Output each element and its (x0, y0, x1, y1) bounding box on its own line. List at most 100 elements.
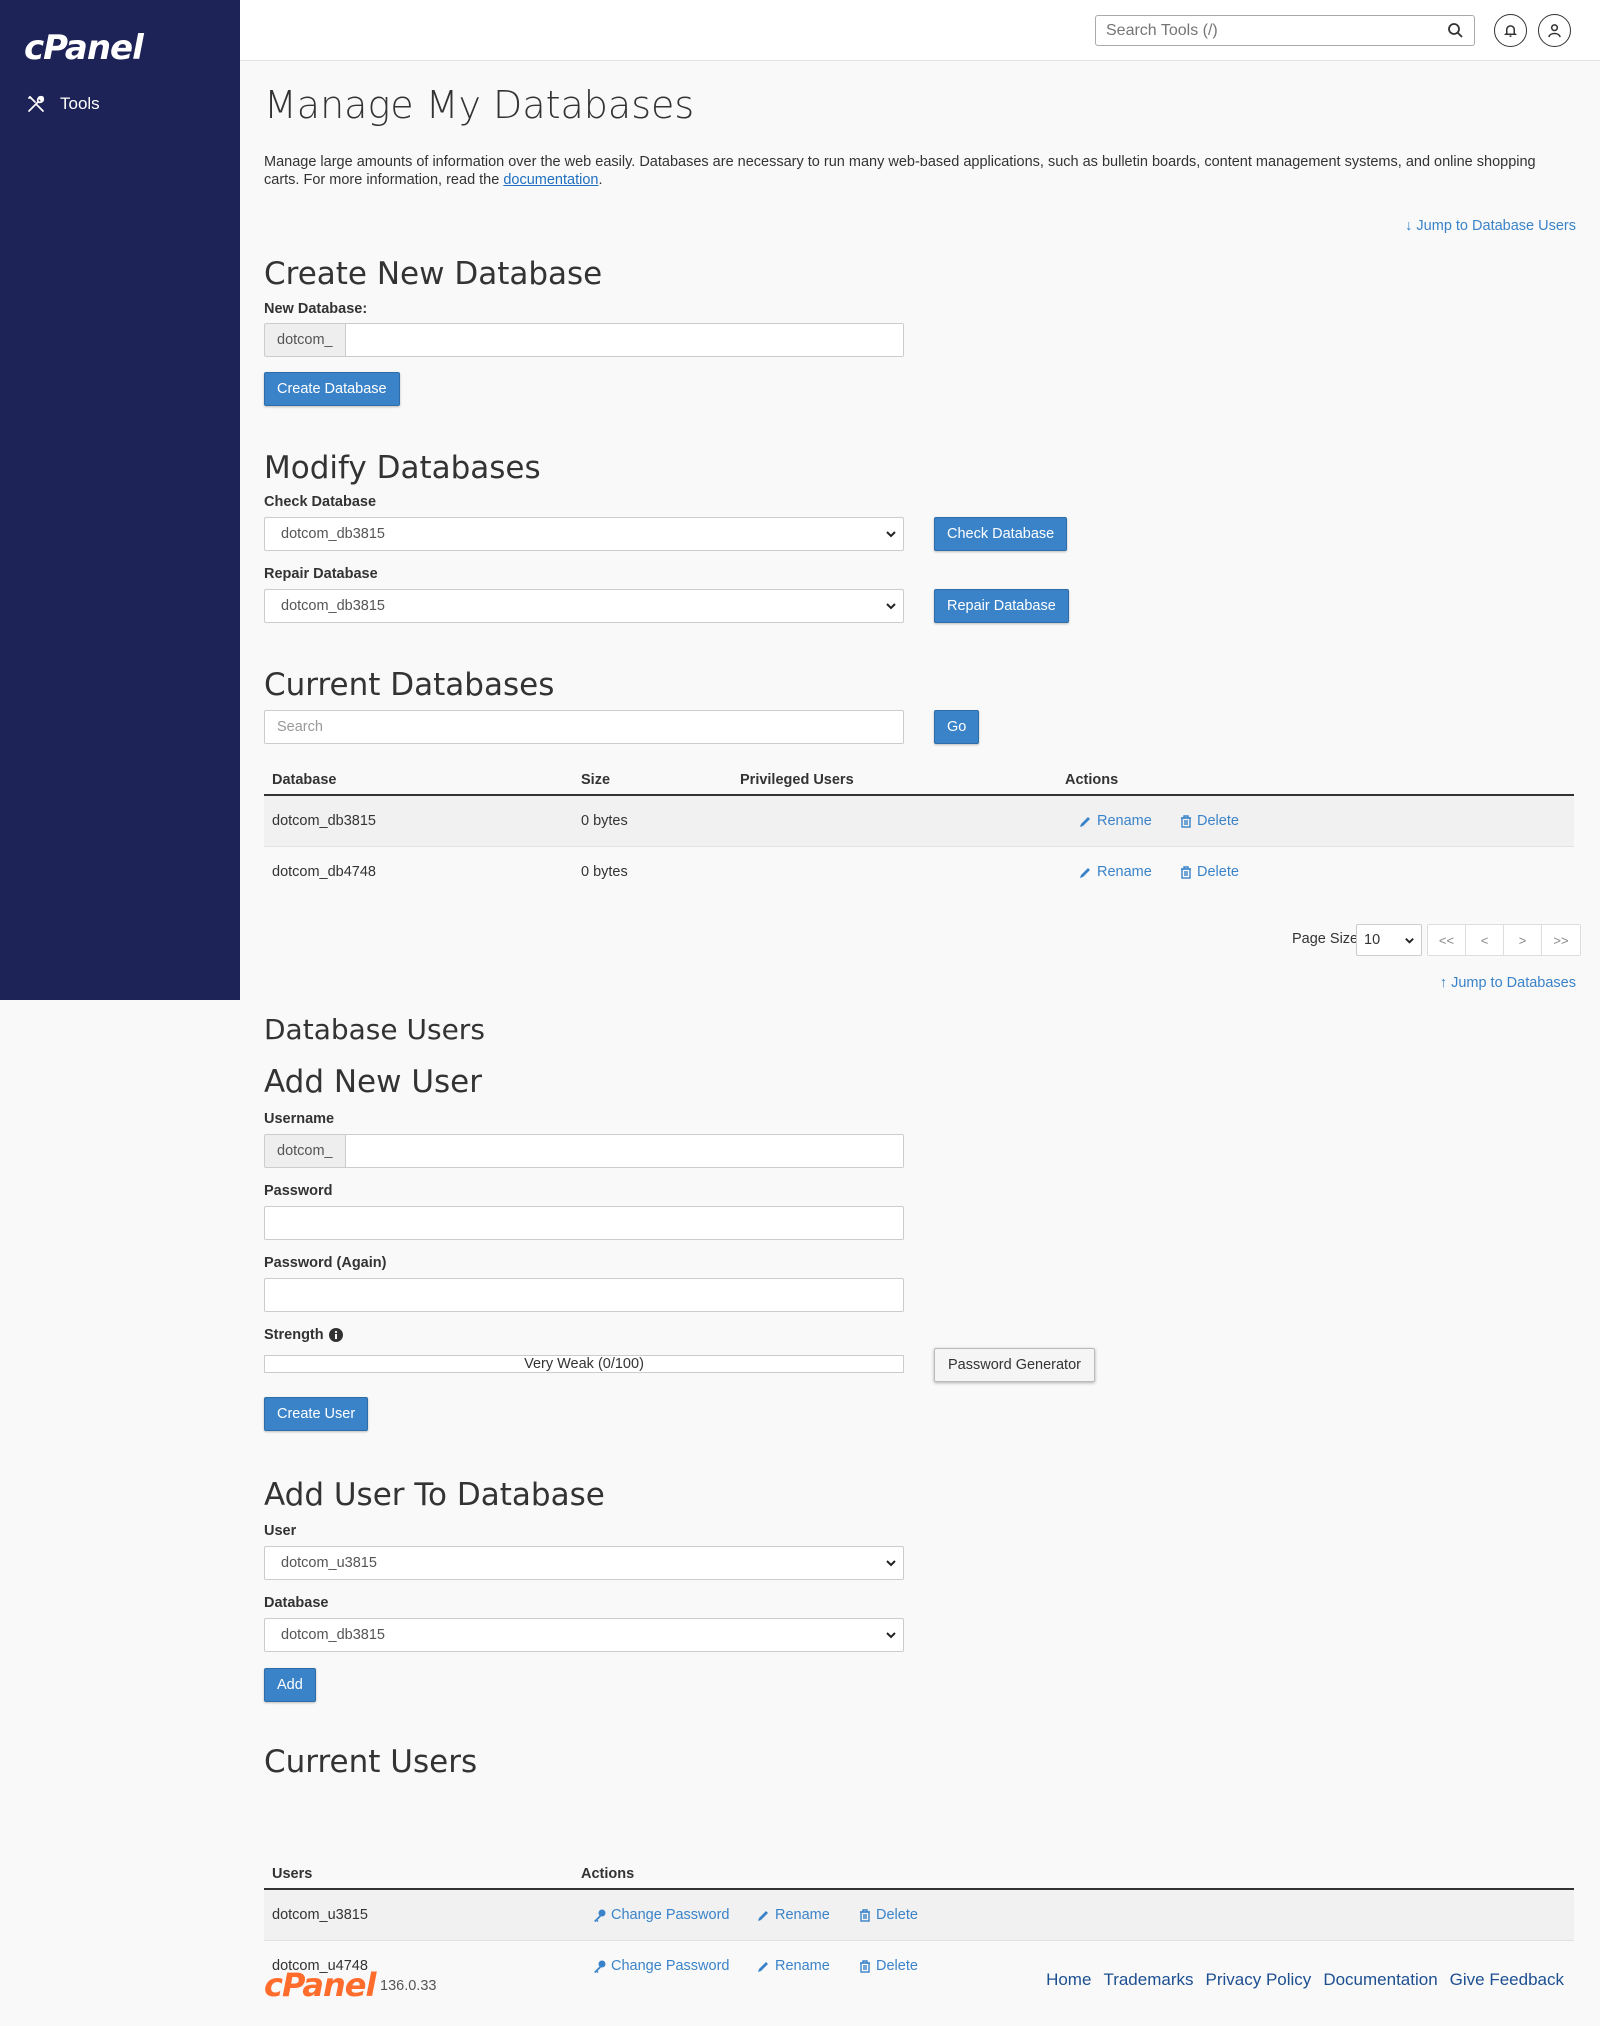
create-db-heading: Create New Database (264, 256, 603, 292)
change-password-link[interactable]: Change Password (593, 1907, 730, 1923)
sidebar: cPanel Tools (0, 0, 240, 1000)
trash-icon (1181, 865, 1191, 879)
next-page-button[interactable]: > (1504, 925, 1542, 955)
new-db-input[interactable] (346, 324, 903, 356)
user-prefix: dotcom_ (265, 1135, 346, 1167)
database-select-label: Database (264, 1595, 329, 1611)
chevron-down-icon (886, 1632, 896, 1639)
col-size[interactable]: Size (581, 772, 610, 788)
new-db-input-group: dotcom_ (264, 323, 904, 357)
footer-link-feedback[interactable]: Give Feedback (1450, 1970, 1564, 1990)
user-name: dotcom_u3815 (272, 1907, 368, 1923)
footer-cpanel-logo[interactable]: cPanel (264, 1966, 376, 2004)
footer-link-documentation[interactable]: Documentation (1323, 1970, 1437, 1990)
modify-db-heading: Modify Databases (264, 450, 541, 486)
db-prefix: dotcom_ (265, 324, 346, 356)
jump-to-databases-link[interactable]: ↑ Jump to Databases (1440, 975, 1576, 991)
tools-icon (28, 95, 45, 112)
db-users-heading: Database Users (264, 1013, 485, 1046)
password-again-input[interactable] (264, 1278, 904, 1312)
rename-db-link[interactable]: Rename (1079, 864, 1152, 880)
pencil-icon (1080, 867, 1090, 878)
search-icon[interactable] (1447, 22, 1464, 39)
check-db-select[interactable]: dotcom_db3815 (264, 517, 904, 551)
info-icon[interactable] (328, 1328, 343, 1342)
page-size-label: Page Size (1292, 931, 1359, 947)
repair-db-label: Repair Database (264, 566, 378, 582)
key-icon (594, 1909, 606, 1922)
username-input[interactable] (346, 1135, 903, 1167)
password-label: Password (264, 1183, 333, 1199)
prev-page-button[interactable]: < (1466, 925, 1504, 955)
chevron-down-icon (886, 1560, 896, 1567)
create-database-button[interactable]: Create Database (264, 372, 400, 406)
first-page-button[interactable]: << (1428, 925, 1466, 955)
documentation-link[interactable]: documentation (503, 172, 598, 188)
col-database[interactable]: Database (272, 772, 336, 788)
change-password-link[interactable]: Change Password (593, 1958, 730, 1974)
repair-db-select[interactable]: dotcom_db3815 (264, 589, 904, 623)
notifications-button[interactable] (1494, 14, 1527, 47)
db-size: 0 bytes (581, 813, 628, 829)
version-number: 136.0.33 (380, 1978, 437, 1994)
go-button[interactable]: Go (934, 710, 980, 744)
chevron-down-icon (886, 603, 896, 610)
db-name: dotcom_db4748 (272, 864, 376, 880)
create-user-button[interactable]: Create User (264, 1397, 369, 1431)
user-select-label: User (264, 1523, 297, 1539)
table-header: Database Size Privileged Users Actions (264, 764, 1574, 796)
delete-user-link[interactable]: Delete (859, 1907, 918, 1923)
footer-link-trademarks[interactable]: Trademarks (1103, 1970, 1193, 1990)
rename-db-link[interactable]: Rename (1079, 813, 1152, 829)
password-again-label: Password (Again) (264, 1255, 387, 1271)
add-button[interactable]: Add (264, 1668, 316, 1702)
cpanel-logo[interactable]: cPanel (24, 28, 144, 68)
db-search-input[interactable] (264, 710, 904, 744)
delete-db-link[interactable]: Delete (1180, 813, 1239, 829)
trash-icon (1181, 814, 1191, 828)
top-bar (240, 0, 1600, 61)
rename-user-link[interactable]: Rename (757, 1907, 830, 1923)
delete-db-link[interactable]: Delete (1180, 864, 1239, 880)
current-users-heading: Current Users (264, 1744, 478, 1780)
table-row: dotcom_db4748 0 bytes Rename Delete (264, 847, 1574, 898)
sidebar-item-label: Tools (60, 94, 100, 113)
key-icon (594, 1960, 606, 1973)
col-users[interactable]: Users (272, 1866, 312, 1882)
check-database-button[interactable]: Check Database (934, 517, 1068, 551)
footer-link-privacy[interactable]: Privacy Policy (1206, 1970, 1312, 1990)
add-user-heading: Add New User (264, 1064, 482, 1100)
pencil-icon (758, 1961, 768, 1972)
sidebar-item-tools[interactable]: Tools (26, 94, 100, 114)
current-db-heading: Current Databases (264, 667, 555, 703)
search-tools-input[interactable] (1096, 16, 1426, 45)
chevron-down-icon (1405, 938, 1414, 944)
table-header: Users Actions (264, 1858, 1574, 1890)
footer-link-home[interactable]: Home (1046, 1970, 1091, 1990)
username-input-group: dotcom_ (264, 1134, 904, 1168)
jump-to-users-link[interactable]: ↓ Jump to Database Users (1405, 218, 1576, 234)
last-page-button[interactable]: >> (1542, 925, 1580, 955)
db-size: 0 bytes (581, 864, 628, 880)
password-generator-button[interactable]: Password Generator (934, 1348, 1095, 1382)
footer-links: Home Trademarks Privacy Policy Documenta… (1046, 1970, 1564, 1990)
col-actions: Actions (1065, 772, 1119, 788)
col-privileged-users: Privileged Users (740, 772, 854, 788)
delete-user-link[interactable]: Delete (859, 1958, 918, 1974)
user-select[interactable]: dotcom_u3815 (264, 1546, 904, 1580)
page-size-select[interactable]: 10 (1356, 924, 1422, 956)
pagination: << < > >> (1427, 924, 1581, 956)
strength-label: Strength (264, 1327, 343, 1343)
user-menu-button[interactable] (1538, 14, 1571, 47)
repair-database-button[interactable]: Repair Database (934, 589, 1069, 623)
user-icon (1548, 24, 1561, 38)
page-title: Manage My Databases (264, 83, 695, 127)
rename-user-link[interactable]: Rename (757, 1958, 830, 1974)
database-select[interactable]: dotcom_db3815 (264, 1618, 904, 1652)
col-actions: Actions (581, 1866, 635, 1882)
password-input[interactable] (264, 1206, 904, 1240)
pencil-icon (1080, 816, 1090, 827)
search-tools (1095, 15, 1475, 46)
new-db-label: New Database: (264, 301, 368, 317)
chevron-down-icon (886, 531, 896, 538)
